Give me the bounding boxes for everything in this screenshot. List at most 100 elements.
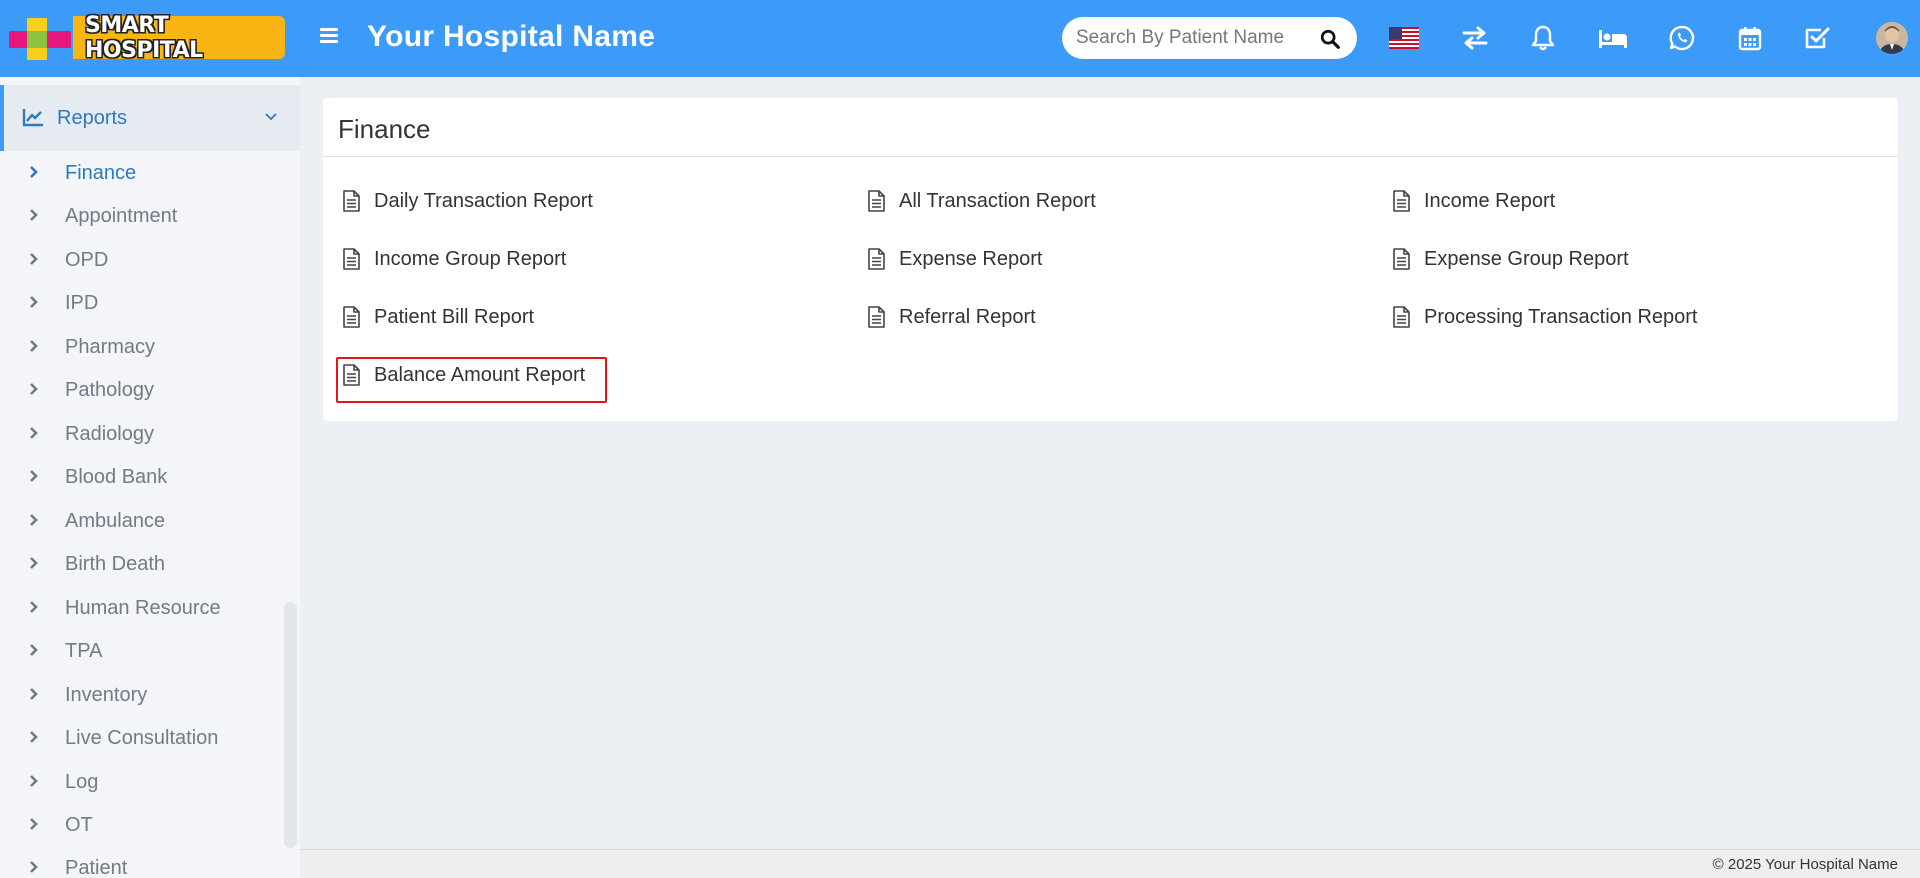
report-link-expense-group[interactable]: Expense Group Report	[1373, 244, 1629, 274]
sidebar-item-pathology[interactable]: Pathology	[0, 369, 300, 411]
sidebar-item-ot[interactable]: OT	[0, 804, 300, 846]
chevron-right-icon	[30, 818, 38, 830]
calendar-icon[interactable]	[1736, 24, 1764, 52]
logo-cross-icon	[5, 16, 79, 60]
sidebar-item-pharmacy[interactable]: Pharmacy	[0, 326, 300, 368]
sidebar-item-label: Inventory	[65, 684, 148, 706]
document-icon	[343, 248, 360, 270]
chevron-right-icon	[30, 470, 38, 482]
sidebar-item-label: Human Resource	[65, 597, 221, 619]
sidebar-item-label: OPD	[65, 249, 109, 271]
transfer-icon[interactable]	[1461, 24, 1489, 52]
sidebar-item-label: Log	[65, 771, 99, 793]
report-label: Processing Transaction Report	[1424, 305, 1698, 328]
chevron-right-icon	[30, 601, 38, 613]
report-link-daily-transaction[interactable]: Daily Transaction Report	[323, 186, 593, 216]
sidebar-item-label: Appointment	[65, 205, 178, 227]
sidebar-item-tpa[interactable]: TPA	[0, 630, 300, 672]
document-icon	[868, 306, 885, 328]
sidebar-item-label: Pharmacy	[65, 336, 156, 358]
sidebar-item-appointment[interactable]: Appointment	[0, 195, 300, 237]
sidebar-scrollbar[interactable]	[284, 602, 297, 848]
report-label: Income Group Report	[374, 247, 567, 270]
document-icon	[868, 248, 885, 270]
sidebar-item-ambulance[interactable]: Ambulance	[0, 500, 300, 542]
report-label: Balance Amount Report	[374, 363, 586, 386]
document-icon	[1393, 190, 1410, 212]
report-label: Expense Group Report	[1424, 247, 1629, 270]
footer: © 2025 Your Hospital Name	[300, 849, 1920, 878]
task-check-icon[interactable]	[1803, 24, 1831, 52]
report-label: Referral Report	[899, 305, 1036, 328]
document-icon	[868, 190, 885, 212]
divider	[323, 156, 1898, 157]
report-link-balance-amount[interactable]: Balance Amount Report	[323, 360, 585, 390]
chevron-right-icon	[30, 731, 38, 743]
chevron-right-icon	[30, 688, 38, 700]
bed-icon[interactable]	[1597, 24, 1629, 52]
sidebar-item-label: TPA	[65, 640, 103, 662]
page-title: Finance	[338, 114, 431, 144]
report-label: All Transaction Report	[899, 189, 1096, 212]
chevron-right-icon	[30, 427, 38, 439]
sidebar-item-label: Birth Death	[65, 553, 166, 575]
menu-toggle-icon[interactable]	[320, 28, 340, 48]
document-icon	[343, 364, 360, 386]
chevron-right-icon	[30, 514, 38, 526]
whatsapp-icon[interactable]	[1668, 24, 1696, 52]
sidebar-item-birth-death[interactable]: Birth Death	[0, 543, 300, 585]
chevron-right-icon	[30, 340, 38, 352]
hospital-name: Your Hospital Name	[367, 20, 656, 53]
report-link-patient-bill[interactable]: Patient Bill Report	[323, 302, 534, 332]
top-header: SMART HOSPITAL Your Hospital Name	[0, 0, 1920, 77]
document-icon	[1393, 306, 1410, 328]
report-link-expense[interactable]: Expense Report	[848, 244, 1042, 274]
sidebar-item-patient[interactable]: Patient	[0, 847, 300, 878]
chevron-right-icon	[30, 644, 38, 656]
line-chart-icon	[22, 109, 43, 127]
sidebar-item-log[interactable]: Log	[0, 761, 300, 803]
chevron-right-icon	[30, 557, 38, 569]
chevron-right-icon	[30, 775, 38, 787]
user-avatar[interactable]	[1876, 22, 1908, 54]
report-label: Patient Bill Report	[374, 305, 535, 328]
logo-text: SMART HOSPITAL	[73, 13, 285, 63]
sidebar-item-inventory[interactable]: Inventory	[0, 674, 300, 716]
document-icon	[1393, 248, 1410, 270]
report-link-processing-transaction[interactable]: Processing Transaction Report	[1373, 302, 1697, 332]
chevron-right-icon	[30, 166, 38, 178]
chevron-right-icon	[30, 296, 38, 308]
flag-us-icon[interactable]	[1389, 27, 1419, 49]
sidebar-item-label: Live Consultation	[65, 727, 219, 749]
report-link-income-group[interactable]: Income Group Report	[323, 244, 566, 274]
document-icon	[343, 190, 360, 212]
document-icon	[343, 306, 360, 328]
sidebar-item-radiology[interactable]: Radiology	[0, 413, 300, 455]
chevron-right-icon	[30, 209, 38, 221]
sidebar-item-reports[interactable]: Reports	[0, 85, 300, 151]
report-label: Expense Report	[899, 247, 1043, 270]
sidebar-item-opd[interactable]: OPD	[0, 239, 300, 281]
search-icon[interactable]	[1319, 28, 1341, 50]
sidebar-item-live-consultation[interactable]: Live Consultation	[0, 717, 300, 759]
finance-panel: Finance Daily Transaction Report All Tra…	[323, 98, 1898, 421]
sidebar-item-ipd[interactable]: IPD	[0, 282, 300, 324]
chevron-down-icon	[265, 113, 277, 121]
sidebar-item-label: OT	[65, 814, 93, 836]
sidebar-item-label: Ambulance	[65, 510, 166, 532]
sidebar-item-label: Pathology	[65, 379, 154, 401]
copyright-text: © 2025 Your Hospital Name	[1712, 856, 1898, 873]
report-link-income[interactable]: Income Report	[1373, 186, 1555, 216]
patient-search	[1062, 17, 1357, 59]
logo[interactable]: SMART HOSPITAL	[5, 13, 285, 63]
sidebar-item-blood-bank[interactable]: Blood Bank	[0, 456, 300, 498]
report-link-all-transaction[interactable]: All Transaction Report	[848, 186, 1096, 216]
sidebar-item-finance[interactable]: Finance	[0, 152, 300, 194]
search-input[interactable]	[1076, 27, 1298, 49]
report-label: Daily Transaction Report	[374, 189, 593, 212]
sidebar-item-label: Reports	[57, 107, 128, 129]
sidebar-item-human-resource[interactable]: Human Resource	[0, 587, 300, 629]
bell-icon[interactable]	[1529, 24, 1557, 52]
chevron-right-icon	[30, 383, 38, 395]
report-link-referral[interactable]: Referral Report	[848, 302, 1036, 332]
